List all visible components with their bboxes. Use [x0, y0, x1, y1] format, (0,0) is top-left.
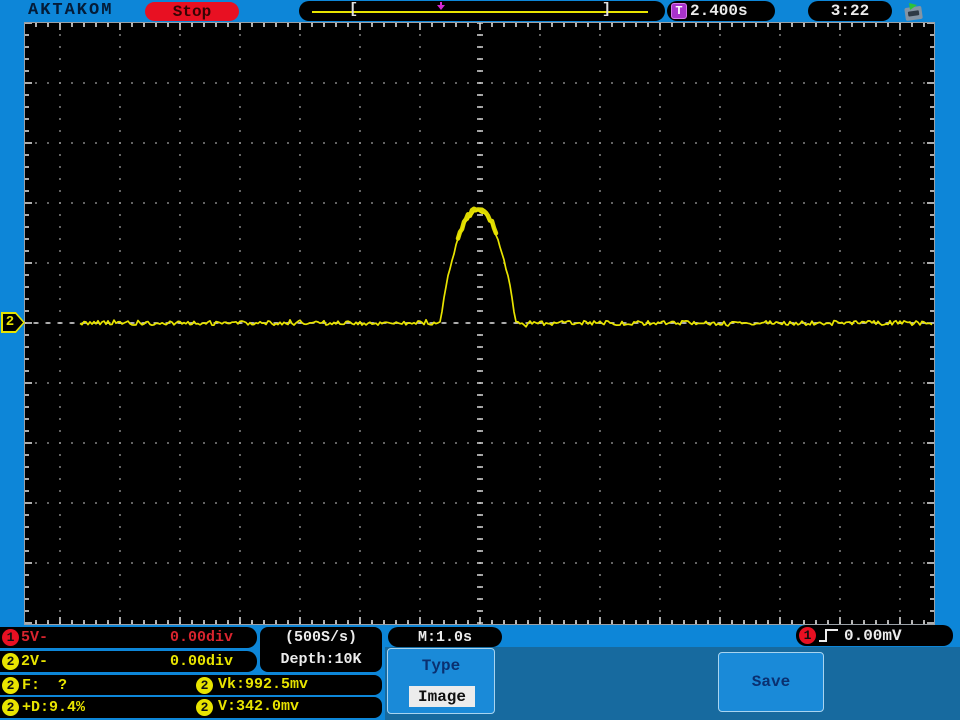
- meas-frequency: F: ?: [22, 676, 68, 694]
- acquisition-readout: (500S/s) Depth:10K: [260, 627, 382, 672]
- clock: 3:22: [808, 1, 892, 21]
- record-length-line: [312, 11, 648, 13]
- trigger-source-badge: 1: [799, 627, 816, 644]
- meas-vk-badge: 2: [196, 677, 213, 694]
- save-button-label: Save: [751, 673, 791, 691]
- trigger-time-readout: T 2.400s: [667, 1, 775, 21]
- window-bracket-right: ]: [602, 1, 612, 18]
- channel2-offset: 0.00div: [169, 653, 233, 670]
- timebase-value: M:1.0s: [417, 628, 472, 646]
- horizontal-position-bar[interactable]: [ ]: [299, 1, 665, 21]
- trigger-time-value: 2.400s: [690, 2, 748, 20]
- save-button[interactable]: Save: [718, 652, 824, 712]
- clock-value: 3:22: [830, 2, 870, 20]
- trigger-level-readout: 1 0.00mV: [796, 625, 953, 646]
- channel2-badge: 2: [2, 653, 19, 670]
- measurement-row-2: 2 +D:9.4% 2 V:342.0mv: [0, 697, 382, 718]
- meas-freq-badge: 2: [2, 676, 19, 694]
- oscilloscope-screen: AKTAKOM Stop [ ] T 2.400s 3:22 2 1 5V- 0…: [0, 0, 960, 720]
- meas-duty-badge: 2: [2, 699, 19, 716]
- meas-v-badge: 2: [196, 699, 213, 716]
- channel1-badge: 1: [2, 629, 19, 646]
- trigger-level-value: 0.00mV: [844, 626, 902, 645]
- run-state-indicator: Stop: [145, 2, 239, 21]
- sample-rate: (500S/s): [284, 629, 357, 646]
- channel2-position-marker[interactable]: 2: [1, 312, 25, 333]
- channel1-offset: 0.00div: [169, 629, 233, 646]
- graticule: [21, 22, 935, 625]
- run-state-label: Stop: [172, 2, 212, 21]
- meas-v: V:342.0mv: [218, 698, 300, 715]
- channel2-readout: 2 2V- 0.00div: [0, 651, 257, 672]
- channel1-scale: 5V-: [21, 629, 49, 646]
- usb-disk-icon: [904, 3, 923, 21]
- trigger-t-icon: T: [671, 3, 687, 19]
- timebase-readout: M:1.0s: [388, 627, 502, 647]
- meas-duty: +D:9.4%: [22, 699, 86, 716]
- meas-vk: Vk:992.5mv: [218, 676, 309, 693]
- channel1-readout: 1 5V- 0.00div: [0, 627, 257, 648]
- type-menu[interactable]: Type Image: [387, 648, 495, 714]
- trigger-position-marker-icon: [437, 2, 445, 10]
- waveform-display: [21, 22, 935, 625]
- brand-logo: AKTAKOM: [28, 1, 114, 20]
- channel2-scale: 2V-: [21, 653, 49, 670]
- type-menu-selected-value[interactable]: Image: [409, 686, 475, 707]
- memory-depth: Depth:10K: [280, 651, 362, 668]
- window-bracket-left: [: [349, 1, 359, 18]
- rising-edge-icon: [819, 629, 838, 642]
- type-menu-label: Type: [421, 657, 461, 675]
- marker-channel-number: 2: [5, 314, 15, 330]
- measurement-row-1: 2 F: ? 2 Vk:992.5mv: [0, 675, 382, 695]
